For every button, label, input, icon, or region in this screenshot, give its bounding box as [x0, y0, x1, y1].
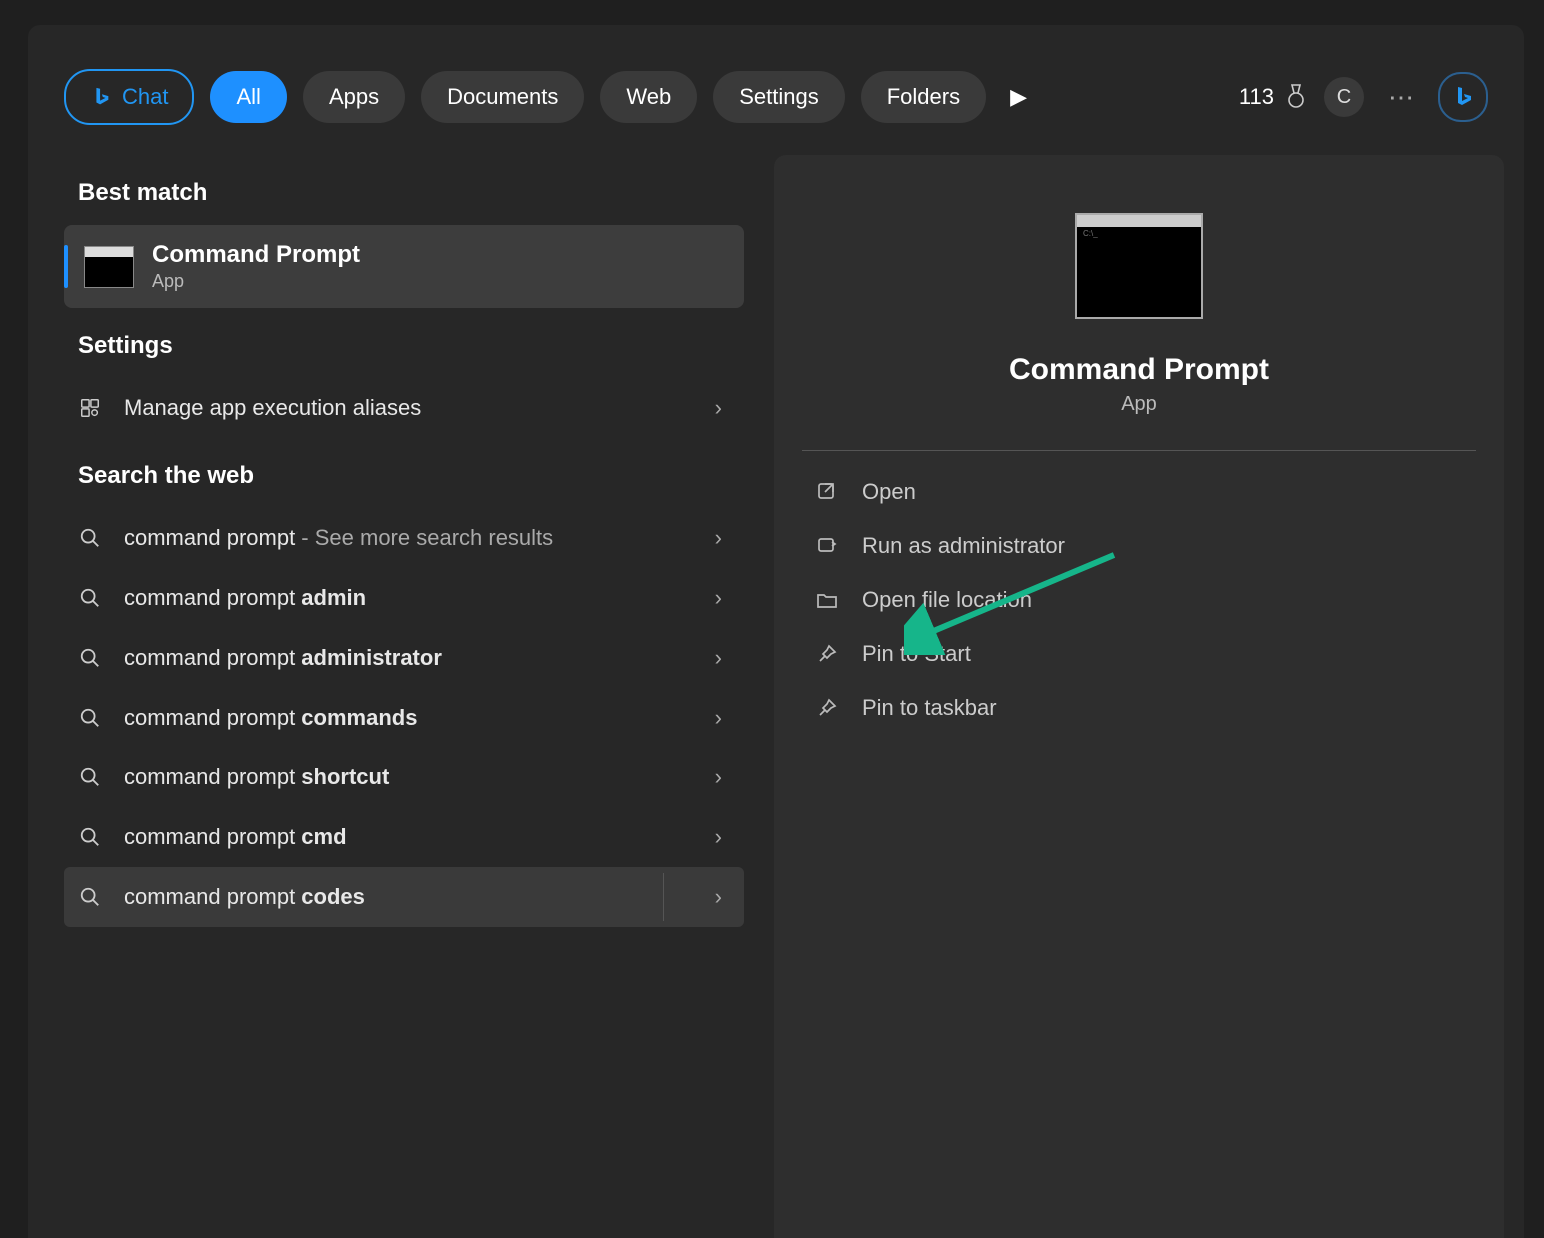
filter-tab-folders[interactable]: Folders: [861, 71, 986, 123]
user-avatar[interactable]: C: [1324, 77, 1364, 117]
bing-logo-icon: [1451, 85, 1475, 109]
search-icon: [76, 587, 104, 609]
shield-icon: [814, 534, 840, 558]
rewards-score-value: 113: [1239, 84, 1274, 110]
chat-tab-label: Chat: [122, 84, 168, 110]
more-options-icon[interactable]: ⋯: [1380, 82, 1422, 113]
action-label: Pin to taskbar: [862, 695, 997, 721]
preview-subtitle: App: [1121, 393, 1157, 416]
web-result-label: command prompt administrator: [124, 642, 695, 674]
settings-item-label: Manage app execution aliases: [124, 392, 695, 424]
preview-panel: C:\_ Command Prompt App Open Run as admi…: [774, 155, 1504, 1238]
web-result-0[interactable]: command prompt - See more search results…: [64, 508, 744, 568]
action-run-as-admin[interactable]: Run as administrator: [774, 519, 1504, 573]
web-header: Search the web: [78, 462, 744, 490]
preview-title: Command Prompt: [1009, 353, 1269, 387]
search-window: Chat All Apps Documents Web Settings Fol…: [28, 25, 1524, 1238]
search-icon: [76, 886, 104, 908]
web-result-label: command prompt codes: [124, 881, 695, 913]
web-result-label: command prompt shortcut: [124, 761, 695, 793]
open-icon: [814, 480, 840, 504]
filter-tab-apps[interactable]: Apps: [303, 71, 405, 123]
action-label: Open file location: [862, 587, 1032, 613]
best-match-title: Command Prompt: [152, 241, 360, 269]
folder-icon: [814, 588, 840, 612]
best-match-header: Best match: [78, 179, 744, 207]
chevron-right-icon: ›: [715, 705, 722, 731]
filter-tab-documents[interactable]: Documents: [421, 71, 584, 123]
chevron-right-icon: ›: [715, 764, 722, 790]
bing-button[interactable]: [1438, 72, 1488, 122]
overflow-forward-icon[interactable]: ▶: [1002, 84, 1035, 110]
preview-header: C:\_ Command Prompt App: [774, 175, 1504, 416]
action-open[interactable]: Open: [774, 465, 1504, 519]
command-prompt-icon: [84, 246, 134, 288]
web-result-4[interactable]: command prompt shortcut ›: [64, 747, 744, 807]
search-icon: [76, 826, 104, 848]
pin-icon: [814, 642, 840, 666]
pin-icon: [814, 696, 840, 720]
search-icon: [76, 766, 104, 788]
web-result-2[interactable]: command prompt administrator ›: [64, 628, 744, 688]
web-result-label: command prompt cmd: [124, 821, 695, 853]
action-pin-to-taskbar[interactable]: Pin to taskbar: [774, 681, 1504, 735]
chevron-right-icon: ›: [715, 824, 722, 850]
rewards-score[interactable]: 113: [1239, 83, 1308, 111]
web-result-6[interactable]: command prompt codes ›: [64, 867, 744, 927]
command-prompt-thumbnail: C:\_: [1075, 213, 1203, 319]
action-label: Open: [862, 479, 916, 505]
chevron-right-icon: ›: [715, 645, 722, 671]
best-match-result[interactable]: Command Prompt App: [64, 225, 744, 308]
action-label: Pin to Start: [862, 641, 971, 667]
chevron-right-icon: ›: [715, 525, 722, 551]
medal-icon: [1284, 83, 1308, 111]
web-result-label: command prompt admin: [124, 582, 695, 614]
web-result-1[interactable]: command prompt admin ›: [64, 568, 744, 628]
search-icon: [76, 527, 104, 549]
filter-tab-web[interactable]: Web: [600, 71, 697, 123]
chat-tab[interactable]: Chat: [64, 69, 194, 125]
filter-tab-row: Chat All Apps Documents Web Settings Fol…: [28, 25, 1524, 125]
settings-item-manage-aliases[interactable]: Manage app execution aliases ›: [64, 378, 744, 438]
settings-item-icon: [76, 397, 104, 419]
chevron-right-icon: ›: [715, 884, 722, 910]
search-icon: [76, 647, 104, 669]
web-result-label: command prompt commands: [124, 702, 695, 734]
action-pin-to-start[interactable]: Pin to Start: [774, 627, 1504, 681]
results-column: Best match Command Prompt App Settings M…: [64, 155, 744, 1238]
action-label: Run as administrator: [862, 533, 1065, 559]
web-result-5[interactable]: command prompt cmd ›: [64, 807, 744, 867]
filter-tab-settings[interactable]: Settings: [713, 71, 845, 123]
divider: [802, 450, 1476, 451]
web-result-3[interactable]: command prompt commands ›: [64, 688, 744, 748]
settings-header: Settings: [78, 332, 744, 360]
web-result-label: command prompt - See more search results: [124, 522, 695, 554]
filter-tab-all[interactable]: All: [210, 71, 286, 123]
chevron-right-icon: ›: [715, 395, 722, 421]
bing-icon: [90, 86, 112, 108]
chevron-right-icon: ›: [715, 585, 722, 611]
search-icon: [76, 707, 104, 729]
action-open-file-location[interactable]: Open file location: [774, 573, 1504, 627]
best-match-subtitle: App: [152, 271, 360, 292]
